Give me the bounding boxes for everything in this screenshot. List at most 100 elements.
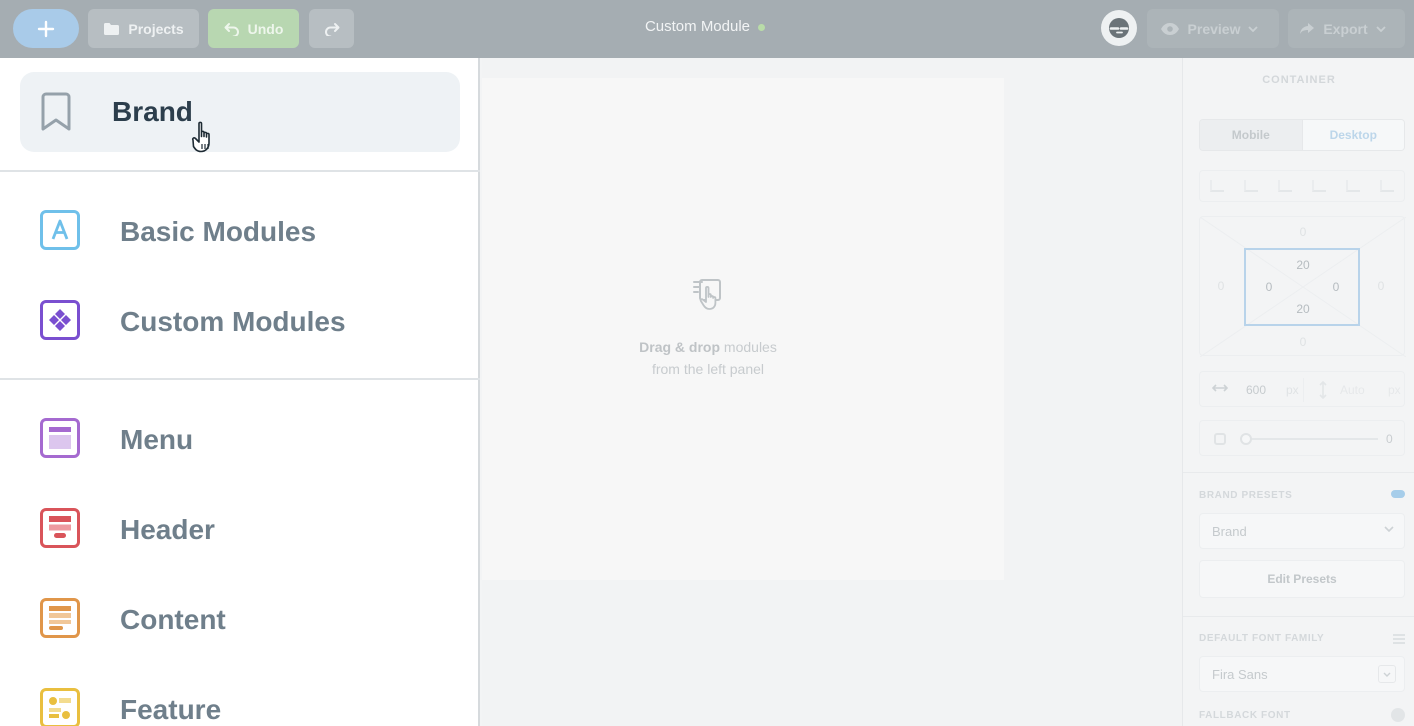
height-arrows-icon (1319, 381, 1327, 399)
drag-drop-hand-icon (693, 279, 721, 310)
export-button[interactable]: Export (1288, 9, 1405, 48)
device-desktop-tab[interactable]: Desktop (1301, 120, 1404, 150)
radius-slider-track[interactable] (1244, 438, 1378, 440)
height-unit: px (1388, 383, 1401, 397)
sidebar-item-label: Custom Modules (120, 306, 346, 337)
export-label: Export (1323, 20, 1368, 37)
header-block-icon (40, 508, 80, 548)
width-input[interactable]: 600 (1246, 383, 1266, 397)
margin-top-value[interactable]: 0 (1288, 225, 1318, 239)
drop-hint: Drag & drop modules from the left panel (592, 336, 824, 380)
feature-block-icon (40, 688, 80, 726)
sidebar-item-label: Menu (120, 424, 194, 455)
brand-presets-value: Brand (1212, 524, 1247, 539)
sidebar-item-custom-modules[interactable]: Custom Modules (40, 296, 460, 346)
panel-title: CONTAINER (1262, 74, 1336, 86)
device-toggle: Mobile Desktop (1199, 119, 1405, 151)
sidebar-item-label: Header (120, 514, 215, 545)
undo-label: Undo (247, 20, 284, 37)
radius-value[interactable]: 0 (1386, 432, 1393, 446)
sidebar-item-brand[interactable]: Brand (20, 72, 460, 152)
chevron-down-icon (1384, 526, 1394, 532)
menu-block-icon (40, 418, 80, 458)
redo-button[interactable] (309, 9, 354, 48)
edit-presets-button[interactable]: Edit Presets (1199, 560, 1405, 598)
default-font-select[interactable]: Fira Sans (1199, 656, 1405, 692)
user-face-icon (1109, 18, 1129, 38)
editor-canvas-area: Drag & drop modules from the left panel (482, 58, 1182, 726)
preview-label: Preview (1187, 20, 1241, 37)
folder-icon (104, 22, 120, 35)
sidebar-item-header[interactable]: Header (40, 504, 460, 554)
document-title[interactable]: Custom Module (540, 18, 870, 35)
saved-status-dot (758, 23, 766, 31)
dimensions-row: 600 px Auto px (1199, 371, 1405, 407)
projects-label: Projects (128, 20, 184, 37)
align-left-icon[interactable] (1210, 180, 1224, 192)
chevron-down-icon (1383, 672, 1391, 677)
alignment-toolbar (1199, 170, 1405, 202)
device-mobile-tab[interactable]: Mobile (1200, 120, 1302, 150)
sidebar-item-label: Brand (112, 96, 193, 127)
drop-hint-strong: Drag & drop (639, 339, 721, 355)
corner-radius-icon (1214, 433, 1226, 445)
hand-pointer-cursor-icon (191, 121, 210, 153)
sidebar-item-label: Content (120, 604, 226, 635)
default-font-value: Fira Sans (1212, 667, 1268, 682)
fallback-font-label: FALLBACK FONT (1199, 710, 1291, 721)
content-block-icon (40, 598, 80, 638)
sidebar-item-content[interactable]: Content (40, 594, 460, 644)
dimensions-separator (1303, 378, 1304, 402)
brand-presets-toggle[interactable] (1391, 490, 1405, 498)
padding-left-value[interactable]: 0 (1254, 280, 1284, 294)
sidebar-item-basic-modules[interactable]: Basic Modules (40, 206, 460, 256)
spacing-editor: 0 0 0 0 20 0 20 0 (1199, 216, 1406, 357)
chevron-down-icon (1376, 25, 1386, 32)
align-bottom-icon[interactable] (1380, 180, 1394, 192)
drop-zone[interactable]: Drag & drop modules from the left panel (482, 78, 1004, 580)
preview-button[interactable]: Preview (1147, 9, 1279, 48)
sidebar-item-feature[interactable]: Feature (40, 684, 460, 726)
drop-hint-rest: modules (720, 339, 777, 355)
share-arrow-icon (1300, 23, 1315, 34)
sidebar-item-menu[interactable]: Menu (40, 414, 460, 464)
sidebar-divider (0, 170, 480, 172)
projects-button[interactable]: Projects (88, 9, 199, 48)
width-arrows-icon (1212, 384, 1228, 392)
plus-icon (37, 20, 55, 37)
margin-bottom-value[interactable]: 0 (1288, 335, 1318, 349)
align-middle-icon[interactable] (1346, 180, 1360, 192)
document-title-text: Custom Module (644, 18, 751, 35)
margin-right-value[interactable]: 0 (1366, 279, 1396, 293)
padding-bottom-value[interactable]: 20 (1288, 302, 1318, 316)
default-font-label: DEFAULT FONT FAMILY (1199, 633, 1325, 644)
padding-top-value[interactable]: 20 (1288, 258, 1318, 272)
radius-slider-handle[interactable] (1240, 433, 1252, 445)
top-toolbar: Projects Undo Custom Module Preview Expo… (0, 0, 1414, 58)
width-unit: px (1286, 383, 1299, 397)
panel-divider (1183, 616, 1414, 617)
undo-icon (224, 22, 239, 36)
font-dropdown-toggle[interactable] (1378, 665, 1396, 683)
brand-presets-select[interactable]: Brand (1199, 513, 1405, 549)
chevron-down-icon (1248, 25, 1259, 32)
align-top-icon[interactable] (1312, 180, 1326, 192)
padding-right-value[interactable]: 0 (1321, 280, 1351, 294)
margin-left-value[interactable]: 0 (1206, 279, 1236, 293)
help-icon[interactable] (1391, 708, 1405, 722)
align-right-icon[interactable] (1278, 180, 1292, 192)
user-avatar[interactable] (1101, 10, 1137, 46)
bookmark-icon (41, 92, 71, 131)
border-radius-row: 0 (1199, 420, 1405, 456)
brand-presets-label: BRAND PRESETS (1199, 490, 1293, 501)
height-input[interactable]: Auto (1340, 383, 1365, 397)
modules-sidebar: Brand Basic Modules Custom Modules Menu … (0, 58, 480, 726)
add-button[interactable] (13, 9, 79, 48)
diamond-grid-icon (40, 300, 80, 340)
align-center-icon[interactable] (1244, 180, 1258, 192)
font-options-menu-icon[interactable] (1393, 634, 1405, 644)
letter-a-icon (40, 210, 80, 250)
undo-button[interactable]: Undo (208, 9, 299, 48)
sidebar-divider (0, 378, 480, 380)
sidebar-item-label: Basic Modules (120, 216, 317, 247)
